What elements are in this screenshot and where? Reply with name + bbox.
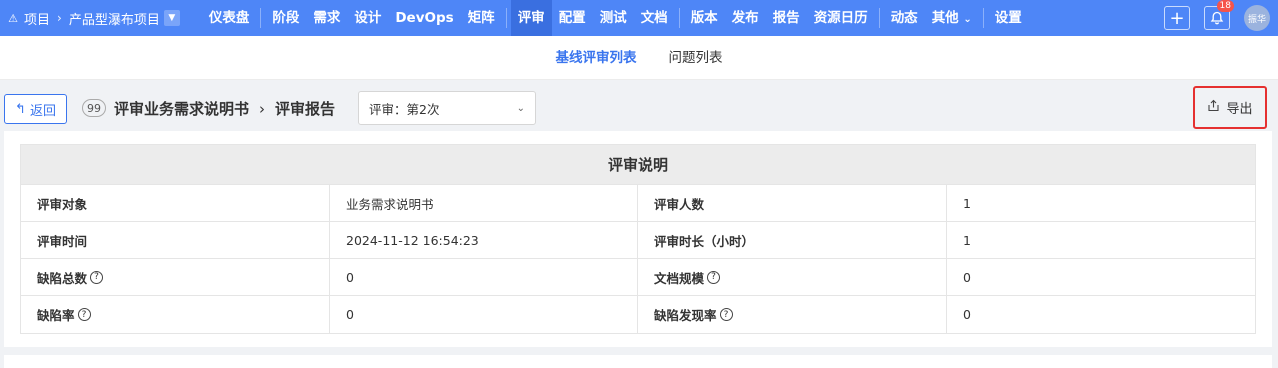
sub-nav: 基线评审列表 问题列表 (0, 36, 1278, 80)
label-defect-discovery-rate: 缺陷发现率 (654, 308, 717, 323)
review-summary-table: 评审说明 评审对象 业务需求说明书 评审人数 1 评审时间 2024-11-12… (20, 144, 1256, 334)
value-review-time: 2024-11-12 16:54:23 (330, 222, 638, 258)
project-label: 项目 (24, 12, 51, 28)
menu-other[interactable]: 其他 ⌄ (925, 0, 979, 36)
value-defect-discovery-rate: 0 (963, 307, 971, 322)
divider (878, 8, 880, 28)
value-doc-size: 0 (963, 269, 971, 285)
notification-badge: 18 (1216, 0, 1234, 12)
chevron-right-icon: › (57, 11, 62, 25)
table-row: 评审时间 2024-11-12 16:54:23 评审时长（小时） 1 (21, 222, 1255, 259)
chevron-down-icon: ⌄ (516, 102, 525, 114)
help-icon[interactable]: ? (707, 270, 721, 284)
label-review-time: 评审时间 (21, 222, 330, 258)
value-review-duration: 1 (963, 232, 971, 248)
value-defect-rate: 0 (330, 296, 638, 333)
main-menu: 仪表盘 阶段 需求 设计 DevOps 矩阵 评审 配置 测试 文档 版本 发布… (202, 0, 1029, 36)
review-round-select[interactable]: 评审：第2次 ⌄ (358, 91, 536, 125)
menu-version[interactable]: 版本 (684, 0, 725, 36)
project-switcher[interactable]: ⚠ 项目 › 产品型瀑布项目 ▼ (0, 0, 180, 36)
top-nav: ⚠ 项目 › 产品型瀑布项目 ▼ 仪表盘 阶段 需求 设计 DevOps 矩阵 … (0, 0, 1278, 36)
help-icon[interactable]: ? (719, 308, 733, 321)
menu-stage[interactable]: 阶段 (265, 0, 306, 36)
table-row: 评审对象 业务需求说明书 评审人数 1 (21, 185, 1255, 222)
menu-requirement[interactable]: 需求 (306, 0, 347, 36)
menu-matrix[interactable]: 矩阵 (461, 0, 502, 36)
divider (982, 8, 984, 28)
back-button[interactable]: ↰ 返回 (4, 94, 67, 124)
review-round-value: 评审：第2次 (369, 101, 440, 117)
value-reviewer-count: 1 (963, 195, 971, 211)
project-name: 产品型瀑布项目 (68, 12, 160, 28)
label-defect-rate: 缺陷率 (37, 308, 75, 323)
menu-resource-calendar[interactable]: 资源日历 (807, 0, 875, 36)
defect-rate-cell: 缺陷率 ? (21, 296, 330, 333)
defect-discovery-rate-cell: 缺陷发现率 ? (638, 296, 947, 333)
secondary-card (4, 355, 1272, 368)
export-icon (1207, 99, 1220, 116)
table-row: 缺陷率 ? 0 缺陷发现率 ? 0 (21, 296, 1255, 333)
avatar[interactable]: 振华 (1244, 5, 1270, 31)
label-review-object: 评审对象 (21, 185, 330, 221)
value-review-object: 业务需求说明书 (330, 185, 638, 221)
table-title: 评审说明 (21, 145, 1255, 185)
add-icon[interactable]: + (1164, 6, 1190, 30)
review-summary-card: 评审说明 评审对象 业务需求说明书 评审人数 1 评审时间 2024-11-12… (4, 131, 1272, 347)
help-icon[interactable]: ? (77, 308, 91, 321)
menu-design[interactable]: 设计 (347, 0, 388, 36)
label-reviewer-count: 评审人数 (638, 185, 947, 221)
back-label: 返回 (29, 103, 56, 119)
menu-report[interactable]: 报告 (766, 0, 807, 36)
menu-devops[interactable]: DevOps (388, 0, 460, 36)
menu-activity[interactable]: 动态 (884, 0, 925, 36)
divider (260, 8, 262, 28)
menu-dashboard[interactable]: 仪表盘 (202, 0, 257, 36)
menu-review[interactable]: 评审 (510, 0, 552, 36)
tab-baseline-review-list[interactable]: 基线评审列表 (556, 36, 637, 80)
divider (678, 8, 680, 28)
chevron-down-icon[interactable]: ▼ (163, 10, 180, 26)
tab-issue-list[interactable]: 问题列表 (669, 36, 723, 80)
label-doc-size: 文档规模 (654, 270, 705, 286)
defect-total-cell: 缺陷总数 ? (21, 259, 330, 295)
label-review-duration: 评审时长（小时） (638, 222, 947, 258)
doc-title: 评审业务需求说明书 (114, 100, 250, 118)
help-icon[interactable]: ? (90, 270, 104, 284)
back-arrow-icon: ↰ (15, 101, 26, 117)
table-row: 缺陷总数 ? 0 文档规模 ? 0 (21, 259, 1255, 296)
nav-actions: + 18 振华 (1164, 0, 1278, 36)
menu-settings[interactable]: 设置 (988, 0, 1029, 36)
review-count-badge: 99 (82, 99, 106, 117)
menu-other-label: 其他 (931, 10, 959, 26)
project-icon: ⚠ (8, 11, 18, 25)
menu-config[interactable]: 配置 (552, 0, 593, 36)
doc-size-cell: 文档规模 ? (638, 259, 947, 295)
menu-release[interactable]: 发布 (725, 0, 766, 36)
menu-document[interactable]: 文档 (634, 0, 675, 36)
export-button[interactable]: 导出 (1193, 86, 1267, 129)
label-defect-total: 缺陷总数 (37, 270, 88, 286)
chevron-down-icon: ⌄ (963, 14, 972, 25)
divider (505, 8, 507, 28)
export-label: 导出 (1226, 102, 1253, 117)
page-title: 评审报告 (275, 100, 336, 118)
menu-test[interactable]: 测试 (593, 0, 634, 36)
bell-icon[interactable]: 18 (1204, 0, 1234, 30)
chevron-right-icon: › (259, 99, 266, 118)
breadcrumb: 评审业务需求说明书 › 评审报告 (114, 98, 335, 119)
value-defect-total: 0 (330, 259, 638, 295)
toolbar: ↰ 返回 99 评审业务需求说明书 › 评审报告 评审：第2次 ⌄ (0, 86, 1278, 130)
